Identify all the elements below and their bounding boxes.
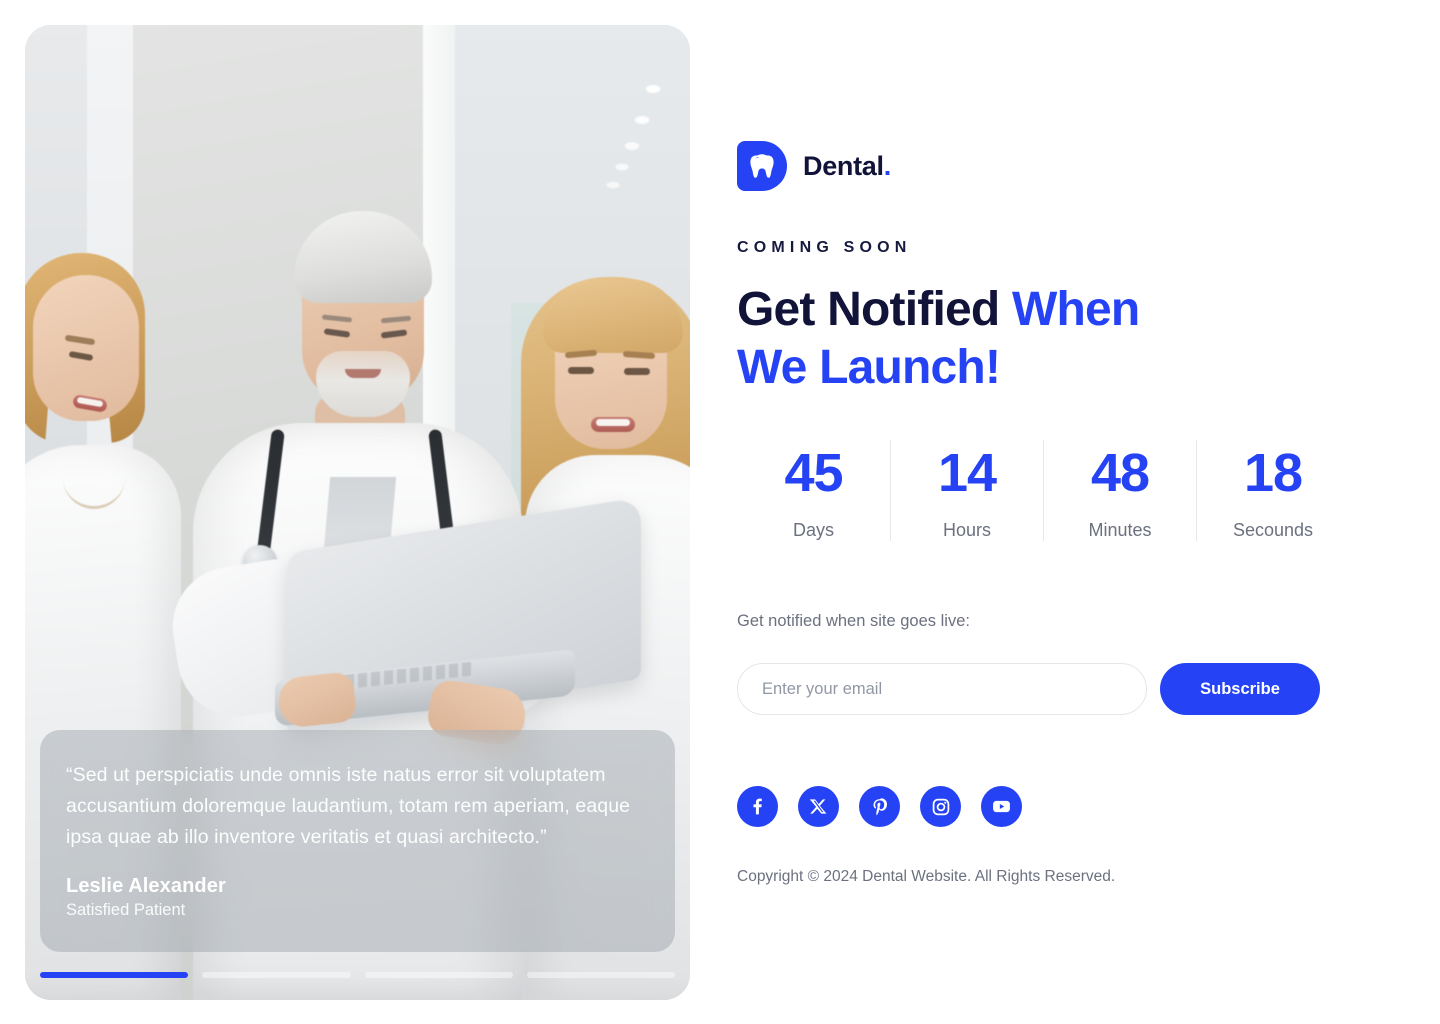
subscribe-button[interactable]: Subscribe bbox=[1160, 663, 1320, 715]
countdown-seconds-value: 18 bbox=[1243, 443, 1303, 503]
social-links bbox=[737, 786, 1022, 827]
coming-soon-page: “Sed ut perspiciatis unde omnis iste nat… bbox=[0, 0, 1440, 1024]
slider-bar-1[interactable] bbox=[40, 972, 189, 978]
countdown-minutes-value: 48 bbox=[1090, 443, 1150, 503]
headline-accent-part-2: We Launch! bbox=[737, 341, 1001, 394]
countdown-days-value: 45 bbox=[784, 443, 843, 503]
brand-name: Dental. bbox=[803, 151, 891, 182]
email-input[interactable] bbox=[737, 663, 1147, 715]
slider-bar-2[interactable] bbox=[202, 972, 351, 978]
countdown-hours-label: Hours bbox=[942, 520, 991, 540]
youtube-icon[interactable] bbox=[981, 786, 1022, 827]
brand-name-dot: . bbox=[883, 150, 892, 181]
slider-bar-4[interactable] bbox=[526, 972, 675, 978]
pinterest-icon[interactable] bbox=[859, 786, 900, 827]
copyright-text: Copyright © 2024 Dental Website. All Rig… bbox=[737, 868, 1116, 885]
countdown-minutes: 48 Minutes bbox=[1043, 440, 1196, 541]
countdown-seconds: 18 Secounds bbox=[1196, 440, 1349, 541]
testimonial-author-role: Satisfied Patient bbox=[66, 901, 186, 919]
hero-image-panel: “Sed ut perspiciatis unde omnis iste nat… bbox=[25, 25, 690, 1000]
page-title: Get Notified When We Launch! bbox=[737, 281, 1297, 397]
countdown-timer: 45 Days 14 Hours 48 Minutes 18 Secounds bbox=[737, 440, 1349, 541]
x-twitter-icon[interactable] bbox=[798, 786, 839, 827]
slider-progress-bars bbox=[40, 972, 675, 978]
subscribe-form: Subscribe bbox=[737, 663, 1320, 715]
brand-name-text: Dental bbox=[803, 150, 884, 181]
headline-dark-part: Get Notified bbox=[737, 283, 1012, 336]
countdown-hours: 14 Hours bbox=[890, 440, 1043, 541]
instagram-icon[interactable] bbox=[920, 786, 961, 827]
countdown-seconds-label: Secounds bbox=[1232, 520, 1314, 540]
countdown-hours-value: 14 bbox=[937, 443, 997, 503]
testimonial-card: “Sed ut perspiciatis unde omnis iste nat… bbox=[40, 730, 675, 952]
slider-bar-3[interactable] bbox=[364, 972, 513, 978]
facebook-icon[interactable] bbox=[737, 786, 778, 827]
content-panel: Dental. COMING SOON Get Notified When We… bbox=[737, 0, 1417, 1024]
countdown-days-label: Days bbox=[792, 520, 834, 540]
brand-logo[interactable]: Dental. bbox=[737, 141, 891, 191]
headline-accent-part-1: When bbox=[1011, 283, 1140, 336]
testimonial-author-name: Leslie Alexander bbox=[66, 875, 226, 897]
tooth-icon bbox=[737, 141, 787, 191]
eyebrow-label: COMING SOON bbox=[737, 239, 912, 256]
countdown-minutes-label: Minutes bbox=[1088, 520, 1152, 540]
countdown-days: 45 Days bbox=[737, 440, 890, 541]
notify-label: Get notified when site goes live: bbox=[737, 612, 970, 630]
testimonial-quote: “Sed ut perspiciatis unde omnis iste nat… bbox=[66, 764, 631, 848]
